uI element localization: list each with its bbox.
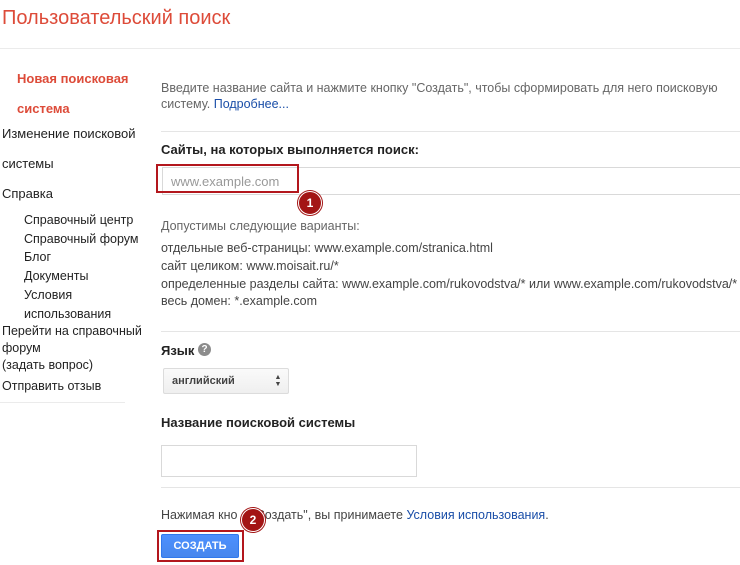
variant-item: сайт целиком: www.moisait.ru/* [161,259,339,273]
intro-line: систему. [161,97,214,111]
sites-label: Сайты, на которых выполняется поиск: [161,142,419,157]
variant-item: отдельные веб-страницы: www.example.com/… [161,241,493,255]
sidebar-item-edit-engine[interactable]: Изменение поисковой системы [2,119,136,179]
engine-name-label: Название поисковой системы [161,415,356,430]
section-divider [161,487,740,488]
sidebar-item-docs[interactable]: Документы [24,267,88,286]
sidebar-item-label: форум [2,341,41,355]
sidebar-item-label: Новая поисковая [17,71,129,86]
sidebar-item-label: (задать вопрос) [2,358,94,372]
sidebar-item-terms[interactable]: Условия использования [24,286,111,324]
language-select[interactable]: английский ▲ ▼ [163,368,289,394]
section-divider [161,131,740,132]
sidebar-item-feedback[interactable]: Отправить отзыв [2,378,101,395]
step-badge-1: 1 [298,191,322,215]
intro-text: Введите название сайта и нажмите кнопку … [161,80,740,112]
help-icon[interactable]: ? [198,343,211,356]
variant-item: определенные разделы сайта: www.example.… [161,277,738,291]
sidebar-item-go-to-forum[interactable]: Перейти на справочный форум (задать вопр… [2,323,142,374]
terms-text-part: . [545,508,549,522]
variants-heading: Допустимы следующие варианты: [161,219,360,233]
learn-more-link[interactable]: Подробнее... [214,97,289,111]
section-divider [161,331,740,332]
page-title: Пользовательский поиск [2,7,231,29]
sidebar-item-label: Перейти на справочный [2,324,142,338]
sidebar-item-label: использования [24,307,112,321]
sidebar-divider [0,402,125,403]
terms-text-part: "Создать", вы принимаете [251,508,407,522]
sidebar-item-label: Условия [24,288,73,302]
sidebar-item-help-forum[interactable]: Справочный форум [24,230,138,249]
terms-text-part: Нажимая кно [161,508,238,522]
sidebar-item-blog[interactable]: Блог [24,248,51,267]
terms-text: Нажимая кно "Создать", вы принимаете Усл… [161,508,549,522]
step-badge-2: 2 [241,508,265,532]
terms-link[interactable]: Условия использования [406,508,545,522]
up-down-arrows-icon: ▲ ▼ [274,374,282,388]
engine-name-input[interactable] [161,445,417,477]
sidebar-item-label: системы [2,156,54,171]
sidebar-item-help[interactable]: Справка [2,179,53,209]
language-select-value: английский [172,375,235,387]
language-label: Язык [161,343,195,358]
intro-line: Введите название сайта и нажмите кнопку … [161,81,718,95]
header-divider [0,48,740,49]
sidebar-item-label: Изменение поисковой [2,126,136,141]
highlight-box-sites [156,164,299,193]
highlight-box-create [157,530,244,562]
sidebar-item-help-center[interactable]: Справочный центр [24,211,133,230]
variant-item: весь домен: *.example.com [161,294,317,308]
sidebar-item-new-engine[interactable]: Новая поисковая система [17,64,147,124]
